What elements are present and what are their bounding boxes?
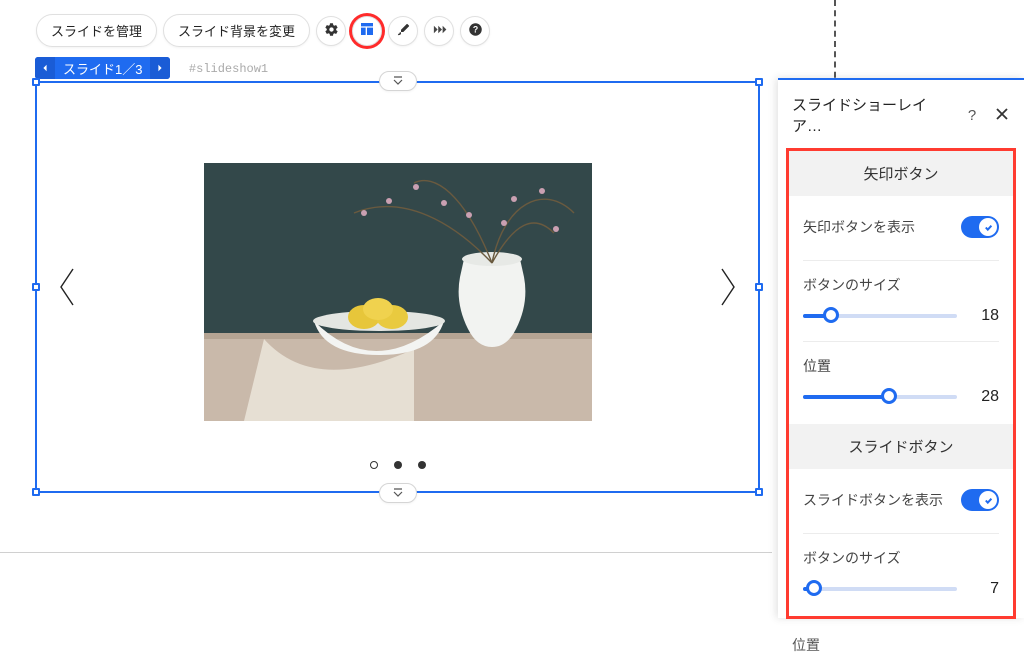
show-arrows-label: 矢印ボタンを表示	[803, 217, 915, 237]
arrows-section-heading: 矢印ボタン	[789, 151, 1013, 196]
resize-handle[interactable]	[755, 78, 763, 86]
brush-icon	[396, 22, 411, 40]
slideshow-next-arrow[interactable]	[714, 263, 742, 311]
selection-id: #slideshow1	[183, 60, 274, 78]
design-button[interactable]	[388, 16, 418, 46]
arrow-position-value: 28	[971, 388, 999, 406]
show-slidebuttons-toggle[interactable]	[961, 489, 999, 511]
selected-element: スライド1／3 #slideshow1	[35, 57, 760, 493]
resize-handle[interactable]	[32, 488, 40, 496]
change-background-button[interactable]: スライド背景を変更	[163, 14, 310, 47]
editor-toolbar: スライドを管理 スライド背景を変更 ?	[36, 14, 490, 47]
resize-handle[interactable]	[32, 78, 40, 86]
next-section-label: 位置	[778, 619, 1024, 655]
selection-label: スライド1／3	[55, 59, 150, 78]
layout-panel: スライドショーレイア… ? 矢印ボタン 矢印ボタンを表示 ボタンのサイズ	[778, 78, 1024, 618]
slide-dots	[37, 461, 758, 469]
layout-icon	[359, 21, 375, 40]
slidebutton-size-label: ボタンのサイズ	[803, 548, 999, 568]
resize-handle[interactable]	[755, 488, 763, 496]
arrow-size-label: ボタンのサイズ	[803, 275, 999, 295]
prev-slide-button[interactable]	[35, 57, 55, 79]
panel-title: スライドショーレイア…	[792, 94, 950, 136]
arrow-size-value: 18	[971, 307, 999, 325]
expand-top-handle[interactable]	[379, 71, 417, 91]
next-slide-button[interactable]	[150, 57, 170, 79]
animation-icon	[432, 22, 447, 40]
resize-handle[interactable]	[755, 283, 763, 291]
arrow-position-label: 位置	[803, 356, 999, 376]
layout-button[interactable]	[352, 16, 382, 46]
slidebuttons-section-heading: スライドボタン	[789, 424, 1013, 469]
panel-help-button[interactable]: ?	[964, 107, 980, 123]
show-slidebuttons-label: スライドボタンを表示	[803, 490, 943, 510]
panel-close-button[interactable]	[994, 107, 1010, 123]
gear-icon	[324, 22, 339, 40]
selection-tag: スライド1／3	[35, 57, 170, 79]
expand-bottom-handle[interactable]	[379, 483, 417, 503]
arrow-position-slider[interactable]	[803, 390, 957, 404]
slideshow-prev-arrow[interactable]	[53, 263, 81, 311]
animations-button[interactable]	[424, 16, 454, 46]
manage-slides-button[interactable]: スライドを管理	[36, 14, 157, 47]
resize-handle[interactable]	[32, 283, 40, 291]
help-button[interactable]: ?	[460, 16, 490, 46]
show-arrows-toggle[interactable]	[961, 216, 999, 238]
slidebutton-size-slider[interactable]	[803, 582, 957, 596]
slide-image	[204, 163, 592, 421]
slide-dot[interactable]	[394, 461, 402, 469]
question-icon: ?	[968, 107, 976, 124]
canvas-baseline	[0, 552, 772, 553]
slide-content	[49, 95, 746, 479]
slidebutton-size-value: 7	[971, 580, 999, 598]
question-icon: ?	[468, 22, 483, 40]
settings-button[interactable]	[316, 16, 346, 46]
arrow-size-slider[interactable]	[803, 309, 957, 323]
slide-dot[interactable]	[370, 461, 378, 469]
svg-text:?: ?	[472, 24, 477, 34]
slide-dot[interactable]	[418, 461, 426, 469]
panel-highlighted-body: 矢印ボタン 矢印ボタンを表示 ボタンのサイズ 18 位置	[786, 148, 1016, 619]
slide-frame[interactable]	[35, 81, 760, 493]
close-icon	[996, 107, 1008, 124]
alignment-guide	[834, 0, 836, 88]
